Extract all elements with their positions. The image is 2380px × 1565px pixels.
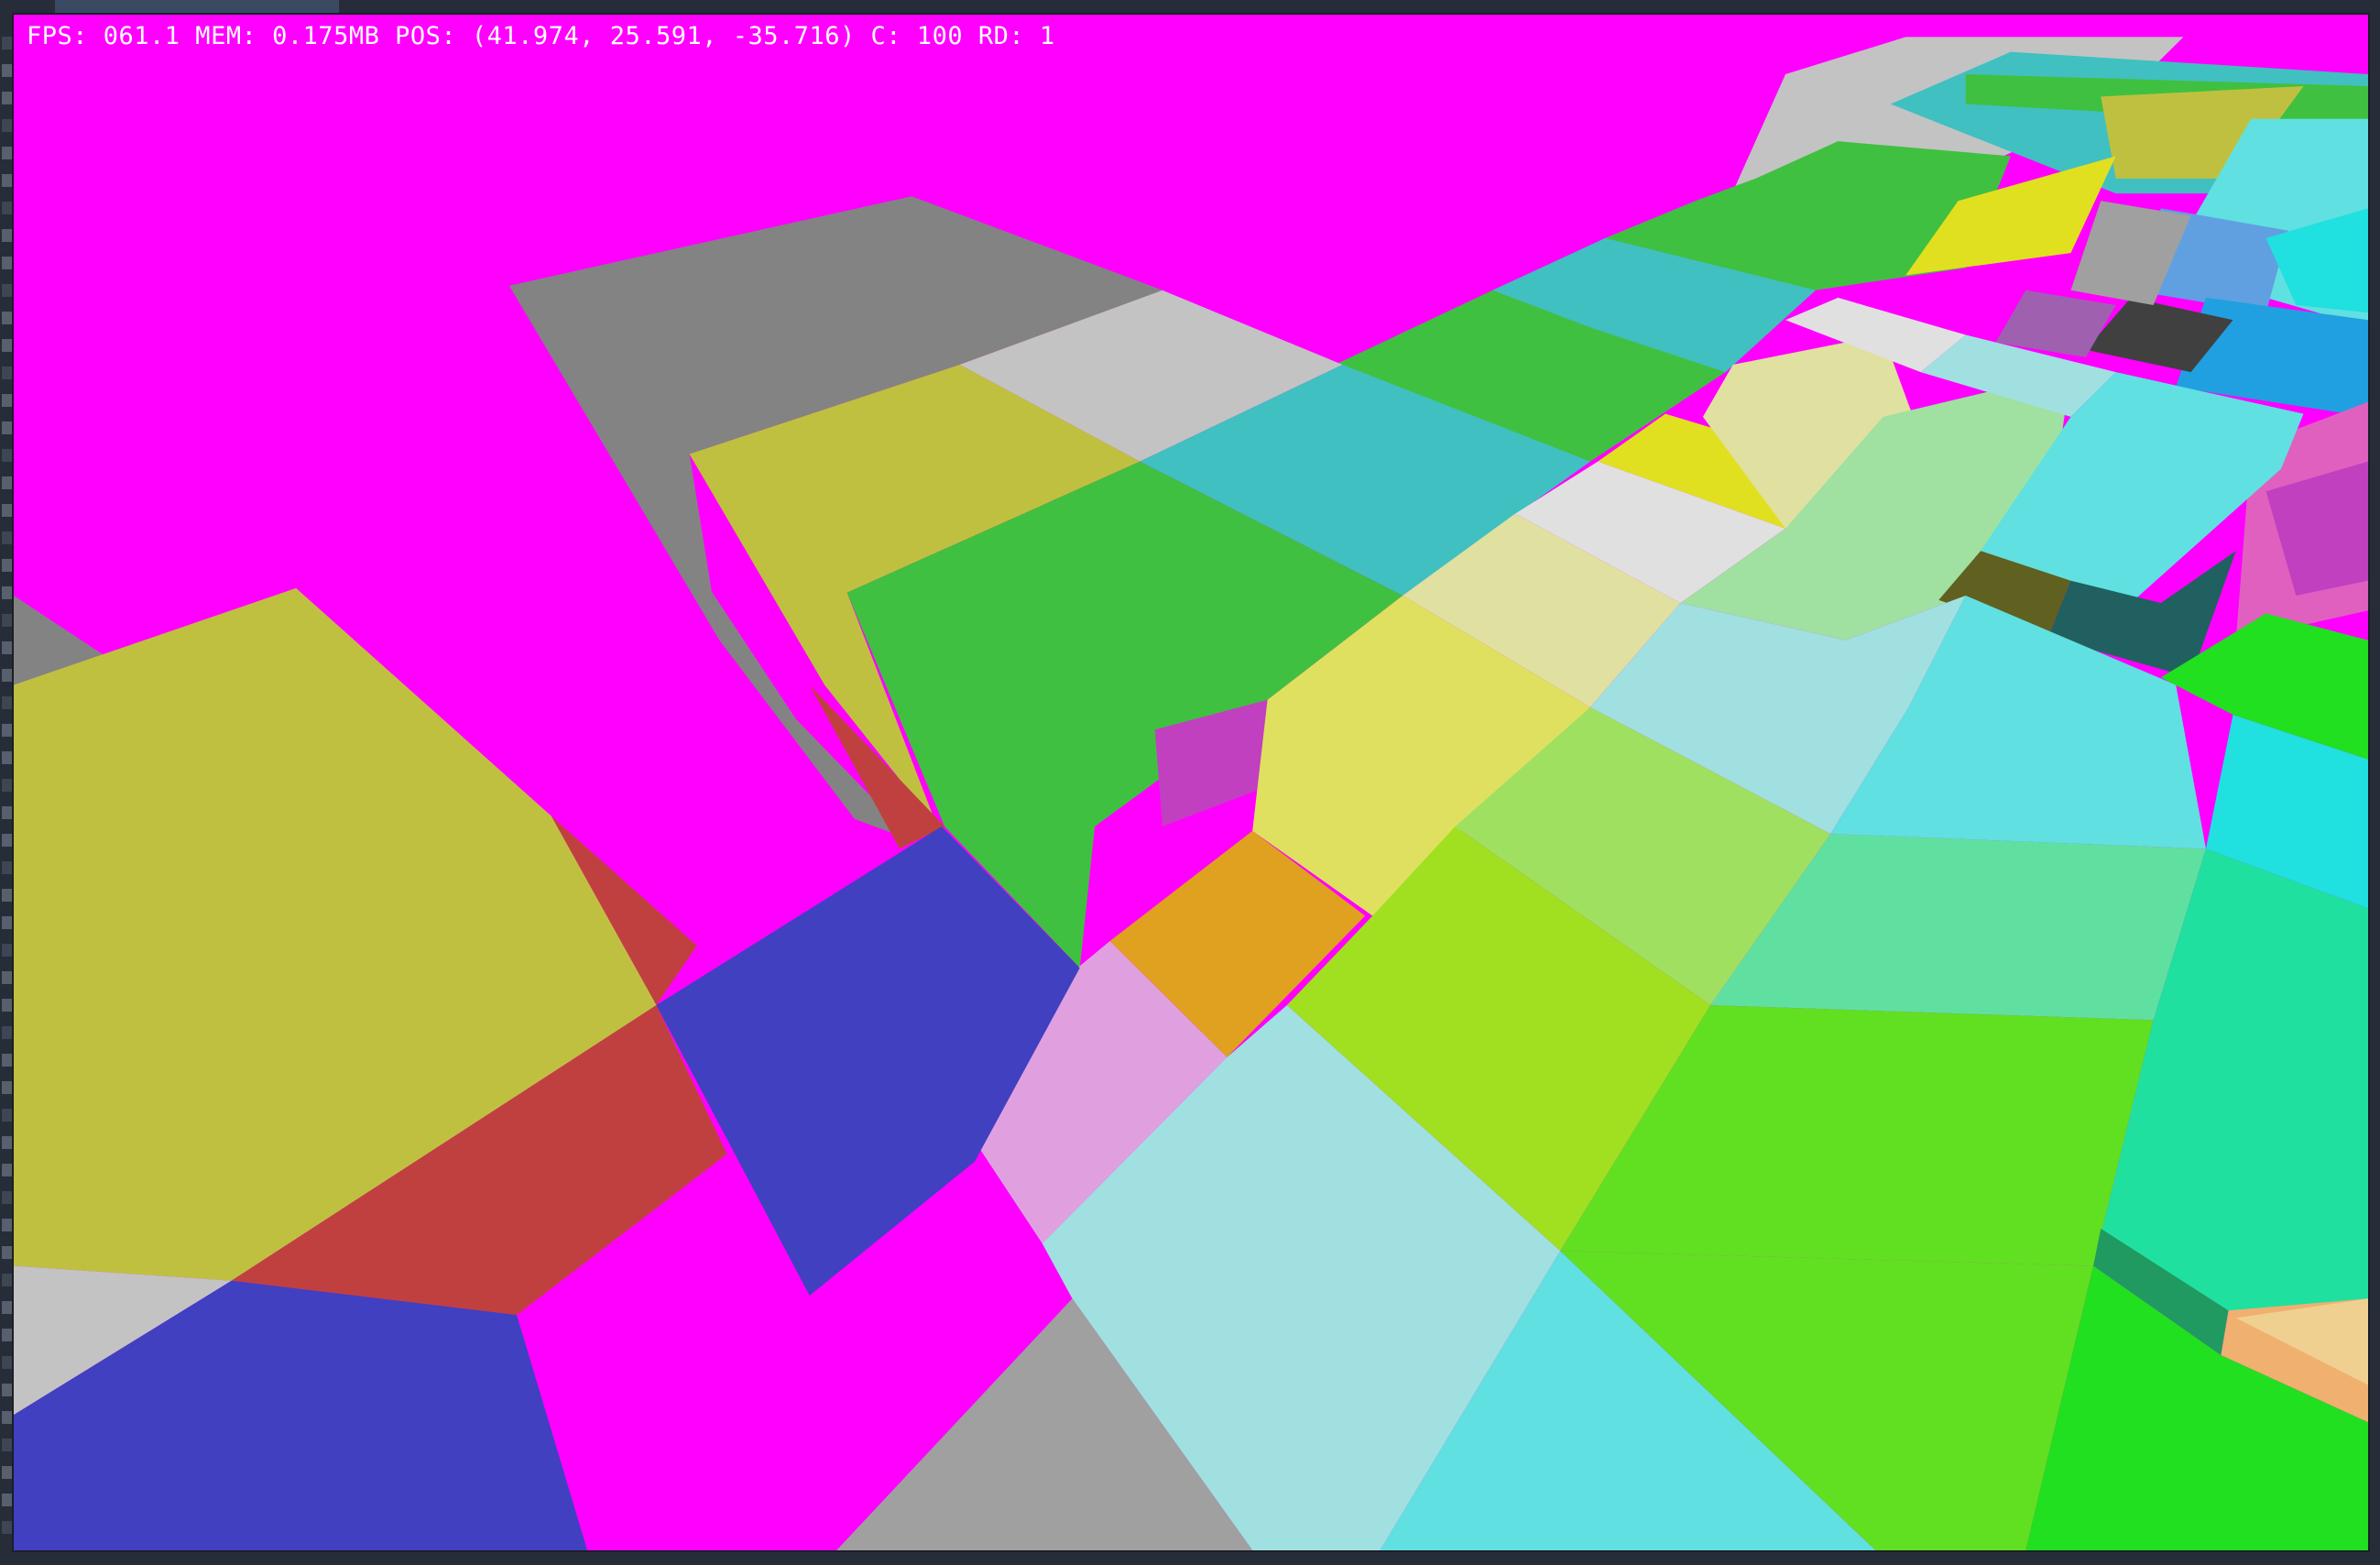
voxel-scene	[14, 15, 2368, 1550]
game-viewport[interactable]: FPS: 061.1 MEM: 0.175MB POS: (41.974, 25…	[12, 13, 2370, 1552]
debug-hud: FPS: 061.1 MEM: 0.175MB POS: (41.974, 25…	[27, 22, 1055, 50]
